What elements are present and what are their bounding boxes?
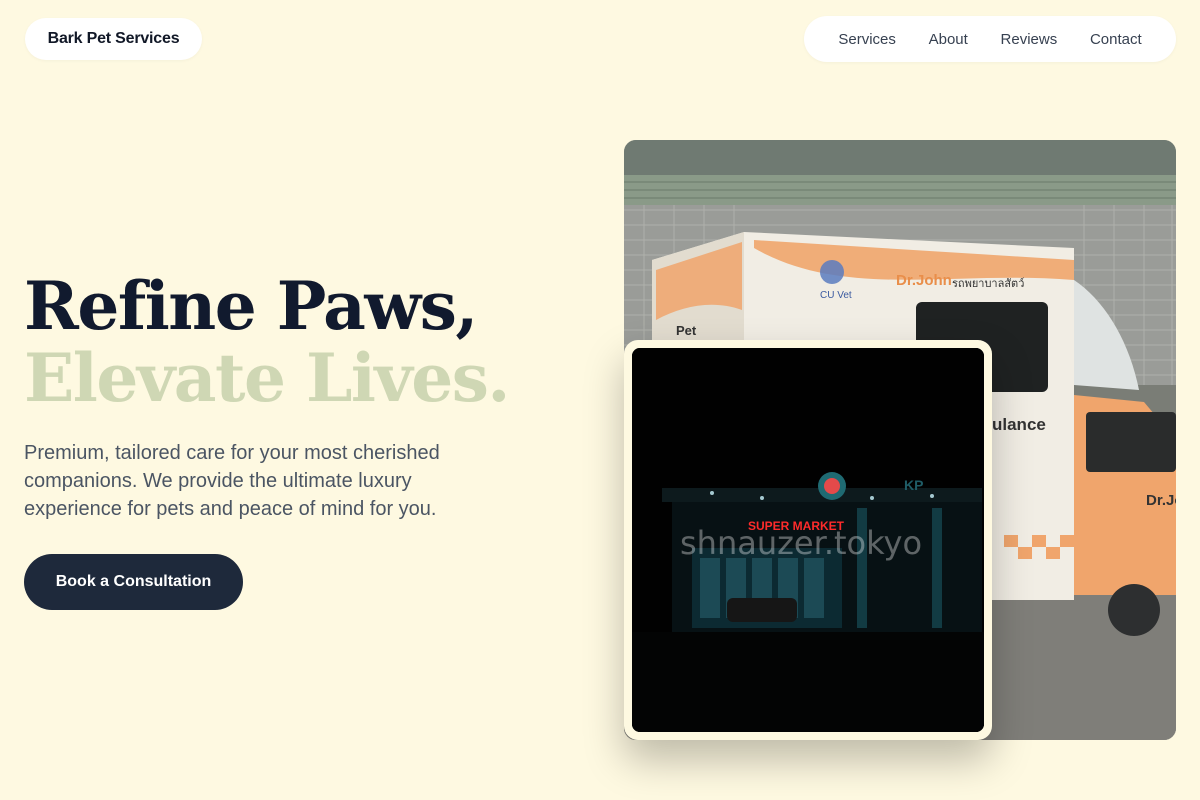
svg-text:KP: KP	[904, 477, 923, 493]
svg-text:Pet: Pet	[676, 323, 697, 338]
nav-link-reviews[interactable]: Reviews	[995, 27, 1064, 52]
svg-text:รถพยาบาลสัตว์: รถพยาบาลสัตว์	[952, 277, 1024, 290]
main-nav: Services About Reviews Contact	[804, 16, 1176, 62]
hero-title: Refine Paws, Elevate Lives.	[24, 267, 510, 417]
nav-link-about[interactable]: About	[923, 27, 974, 52]
svg-text:Dr.John: Dr.John	[896, 272, 952, 289]
hero-subtitle: Premium, tailored care for your most che…	[24, 442, 440, 520]
landing-page: Bark Pet Services Services About Reviews…	[0, 0, 1200, 800]
hero-title-line-2: Elevate Lives.	[24, 339, 510, 417]
hero-title-line-1: Refine Paws,	[24, 267, 478, 345]
book-consultation-button[interactable]: Book a Consultation	[24, 554, 243, 610]
nav-link-contact[interactable]: Contact	[1084, 27, 1148, 52]
hero-image-inset-frame: SUPER MARKET KP shnauzer.tokyo	[624, 340, 992, 740]
svg-text:CU Vet: CU Vet	[820, 290, 852, 301]
nav-link-services[interactable]: Services	[832, 27, 902, 52]
svg-text:ulance: ulance	[992, 415, 1046, 434]
svg-text:shnauzer.tokyo: shnauzer.tokyo	[680, 524, 922, 562]
brand-logo-link[interactable]: Bark Pet Services	[25, 18, 202, 60]
brand-name: Bark Pet Services	[47, 30, 180, 47]
hero-image-night-store: SUPER MARKET KP shnauzer.tokyo	[632, 348, 984, 732]
svg-text:Dr.Jo: Dr.Jo	[1146, 492, 1176, 509]
